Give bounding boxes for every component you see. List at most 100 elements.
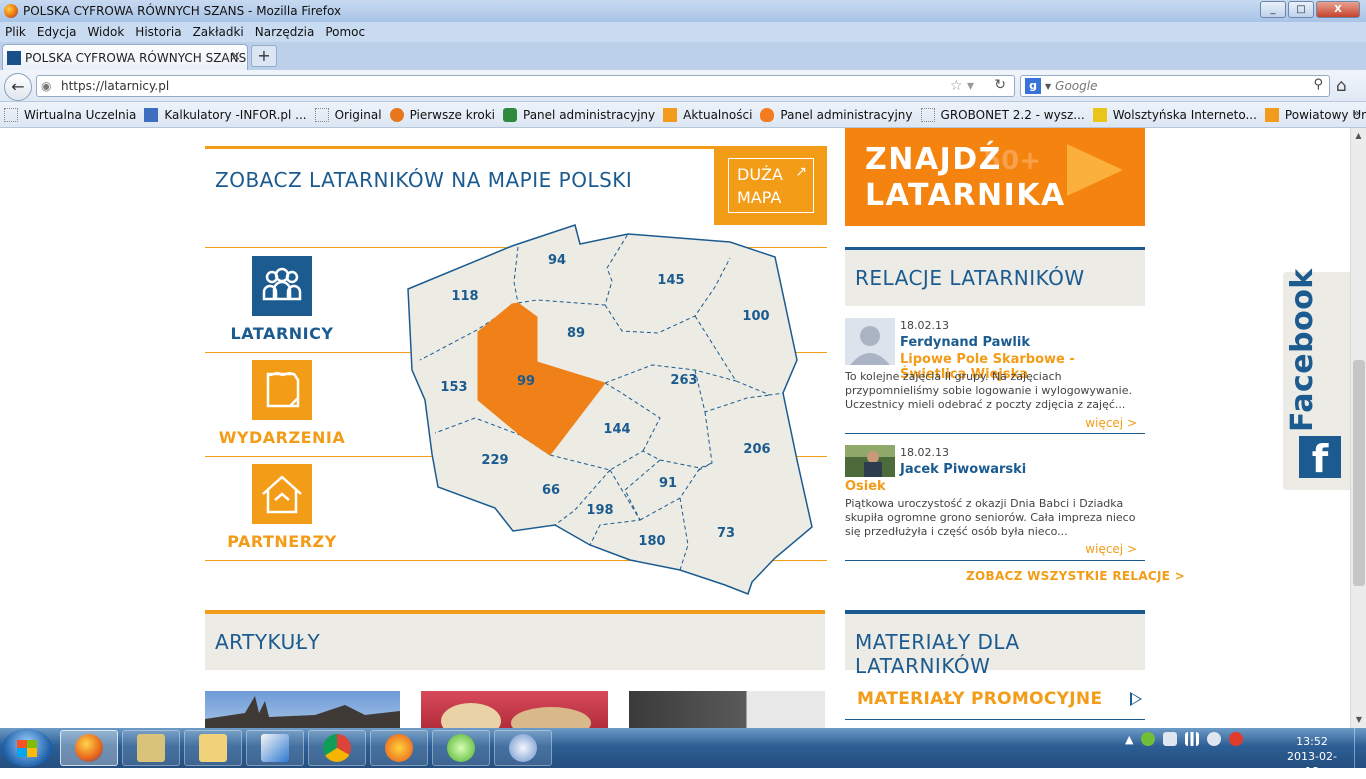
web-page: ZOBACZ LATARNIKÓW NA MAPIE POLSKI DUŻA M… bbox=[0, 128, 1350, 728]
search-bar[interactable]: g ▼ ⚲ bbox=[1020, 75, 1330, 97]
relacja-item[interactable]: 18.02.13 Jacek Piwowarski Osiek Piątkowa… bbox=[845, 445, 1145, 563]
menu-plik[interactable]: Plik bbox=[5, 25, 26, 39]
scroll-thumb[interactable] bbox=[1353, 360, 1365, 586]
region-label-144[interactable]: 144 bbox=[603, 422, 630, 437]
menu-edycja[interactable]: Edycja bbox=[37, 25, 77, 39]
find-latarnik-banner[interactable]: 50+ ZNAJDŹ LATARNIKA bbox=[845, 128, 1145, 226]
region-label-91[interactable]: 91 bbox=[659, 476, 677, 491]
taskbar-app[interactable] bbox=[308, 730, 366, 766]
more-link[interactable]: więcej > bbox=[1085, 416, 1137, 430]
clock[interactable]: 13:52 2013-02-18 bbox=[1282, 734, 1342, 779]
menu-historia[interactable]: Historia bbox=[135, 25, 181, 39]
scroll-up-icon[interactable]: ▲ bbox=[1351, 128, 1366, 144]
bookmark-label: GROBONET 2.2 - wysz... bbox=[940, 107, 1085, 122]
more-link[interactable]: więcej > bbox=[1085, 542, 1137, 556]
url-input[interactable] bbox=[61, 79, 921, 93]
close-window-button[interactable]: X bbox=[1316, 1, 1360, 18]
clock-time: 13:52 bbox=[1296, 735, 1328, 748]
start-button[interactable] bbox=[2, 729, 52, 767]
region-label-73[interactable]: 73 bbox=[717, 526, 735, 541]
region-label-118[interactable]: 118 bbox=[451, 289, 478, 304]
volume-icon[interactable] bbox=[1207, 732, 1222, 746]
article-thumbnail[interactable] bbox=[205, 691, 400, 728]
menu-zakladki[interactable]: Zakładki bbox=[193, 25, 244, 39]
search-input[interactable] bbox=[1055, 79, 1296, 93]
taskbar-app[interactable] bbox=[184, 730, 242, 766]
bookmark-label: Kalkulatory -INFOR.pl ... bbox=[164, 107, 307, 122]
materialy-promocyjne-link[interactable]: MATERIAŁY PROMOCYJNE bbox=[857, 689, 1102, 709]
security-icon[interactable] bbox=[1141, 732, 1156, 746]
region-label-198[interactable]: 198 bbox=[586, 503, 613, 518]
taskbar-app[interactable] bbox=[432, 730, 490, 766]
new-tab-button[interactable]: + bbox=[251, 45, 277, 67]
bookmark-item[interactable]: Kalkulatory -INFOR.pl ... bbox=[144, 107, 307, 122]
firefox-icon bbox=[4, 4, 18, 18]
bookmark-item[interactable]: Wirtualna Uczelnia bbox=[4, 107, 136, 122]
bookmark-label: Panel administracyjny bbox=[780, 107, 913, 122]
facebook-icon: f bbox=[1299, 436, 1341, 481]
tray-expand-icon[interactable]: ▲ bbox=[1125, 733, 1133, 746]
menu-widok[interactable]: Widok bbox=[87, 25, 124, 39]
relacja-place[interactable]: Osiek bbox=[845, 479, 886, 494]
bookmark-item[interactable]: Pierwsze kroki bbox=[389, 107, 495, 122]
tab-active[interactable]: POLSKA CYFROWA RÓWNYCH SZANS × bbox=[2, 44, 248, 70]
bookmark-star-icon[interactable]: ☆ ▾ bbox=[950, 78, 974, 94]
taskbar-app[interactable] bbox=[122, 730, 180, 766]
scroll-down-icon[interactable]: ▼ bbox=[1351, 712, 1366, 728]
window-title: POLSKA CYFROWA RÓWNYCH SZANS - Mozilla F… bbox=[23, 4, 342, 18]
relacja-item[interactable]: 18.02.13 Ferdynand Pawlik Lipowe Pole Sk… bbox=[845, 318, 1145, 436]
back-button[interactable]: ← bbox=[4, 73, 32, 101]
all-relacje-link[interactable]: ZOBACZ WSZYSTKIE RELACJE > bbox=[966, 569, 1185, 583]
region-label-66[interactable]: 66 bbox=[542, 483, 560, 498]
battery-icon[interactable] bbox=[1163, 732, 1178, 746]
tab-close-icon[interactable]: × bbox=[230, 49, 241, 64]
bookmarks-overflow-icon[interactable]: » bbox=[1353, 106, 1360, 120]
signal-icon[interactable] bbox=[1185, 732, 1200, 746]
alarm-icon[interactable] bbox=[1229, 732, 1244, 746]
tab-title: POLSKA CYFROWA RÓWNYCH SZANS bbox=[25, 50, 247, 65]
maximize-button[interactable]: □ bbox=[1288, 1, 1314, 18]
region-label-180[interactable]: 180 bbox=[638, 534, 665, 549]
bookmark-item[interactable]: Panel administracyjny bbox=[503, 107, 655, 122]
facebook-tab[interactable]: Facebook f bbox=[1283, 268, 1350, 490]
region-label-263[interactable]: 263 bbox=[670, 373, 697, 388]
taskbar-app[interactable] bbox=[494, 730, 552, 766]
bookmark-item[interactable]: Panel administracyjny bbox=[760, 107, 913, 122]
firefox-icon bbox=[75, 734, 103, 762]
region-label-100[interactable]: 100 bbox=[742, 309, 769, 324]
region-label-89[interactable]: 89 bbox=[567, 326, 585, 341]
taskbar-app[interactable] bbox=[370, 730, 428, 766]
taskbar-app[interactable] bbox=[246, 730, 304, 766]
region-label-153[interactable]: 153 bbox=[440, 380, 467, 395]
bookmark-item[interactable]: Powiatowy Urząd Prac... bbox=[1264, 107, 1366, 122]
taskbar-firefox[interactable] bbox=[60, 730, 118, 766]
region-label-99[interactable]: 99 bbox=[517, 374, 535, 389]
article-thumbnail[interactable] bbox=[629, 691, 825, 728]
artykuly-title: ARTYKUŁY bbox=[215, 630, 321, 654]
region-label-94[interactable]: 94 bbox=[548, 253, 566, 268]
banner-line2: LATARNIKA bbox=[865, 178, 1066, 213]
menu-narzedzia[interactable]: Narzędzia bbox=[255, 25, 315, 39]
region-label-145[interactable]: 145 bbox=[657, 273, 684, 288]
vertical-scrollbar[interactable]: ▲ ▼ bbox=[1350, 128, 1366, 728]
relacja-author[interactable]: Ferdynand Pawlik bbox=[900, 335, 1030, 350]
minimize-button[interactable]: _ bbox=[1260, 1, 1286, 18]
google-icon[interactable]: g bbox=[1025, 78, 1041, 94]
play-arrow-icon[interactable] bbox=[1130, 692, 1142, 706]
reload-icon[interactable]: ↻ bbox=[994, 77, 1006, 93]
search-icon[interactable]: ⚲ bbox=[1313, 77, 1323, 92]
menu-pomoc[interactable]: Pomoc bbox=[325, 25, 365, 39]
bookmark-item[interactable]: Aktualności bbox=[663, 107, 752, 122]
bookmark-item[interactable]: Wolsztyńska Interneto... bbox=[1092, 107, 1257, 122]
region-label-206[interactable]: 206 bbox=[743, 442, 770, 457]
bookmark-blank-icon bbox=[314, 107, 329, 122]
bookmark-item[interactable]: Original bbox=[314, 107, 382, 122]
show-desktop-button[interactable] bbox=[1354, 728, 1366, 768]
region-label-229[interactable]: 229 bbox=[481, 453, 508, 468]
article-thumbnail[interactable] bbox=[421, 691, 608, 728]
home-icon[interactable]: ⌂ bbox=[1336, 76, 1347, 96]
url-bar[interactable]: ◉ ☆ ▾ ↻ bbox=[36, 75, 1015, 97]
chevron-down-icon[interactable]: ▼ bbox=[1045, 82, 1051, 91]
bookmark-item[interactable]: GROBONET 2.2 - wysz... bbox=[920, 107, 1085, 122]
relacja-author[interactable]: Jacek Piwowarski bbox=[900, 462, 1026, 477]
